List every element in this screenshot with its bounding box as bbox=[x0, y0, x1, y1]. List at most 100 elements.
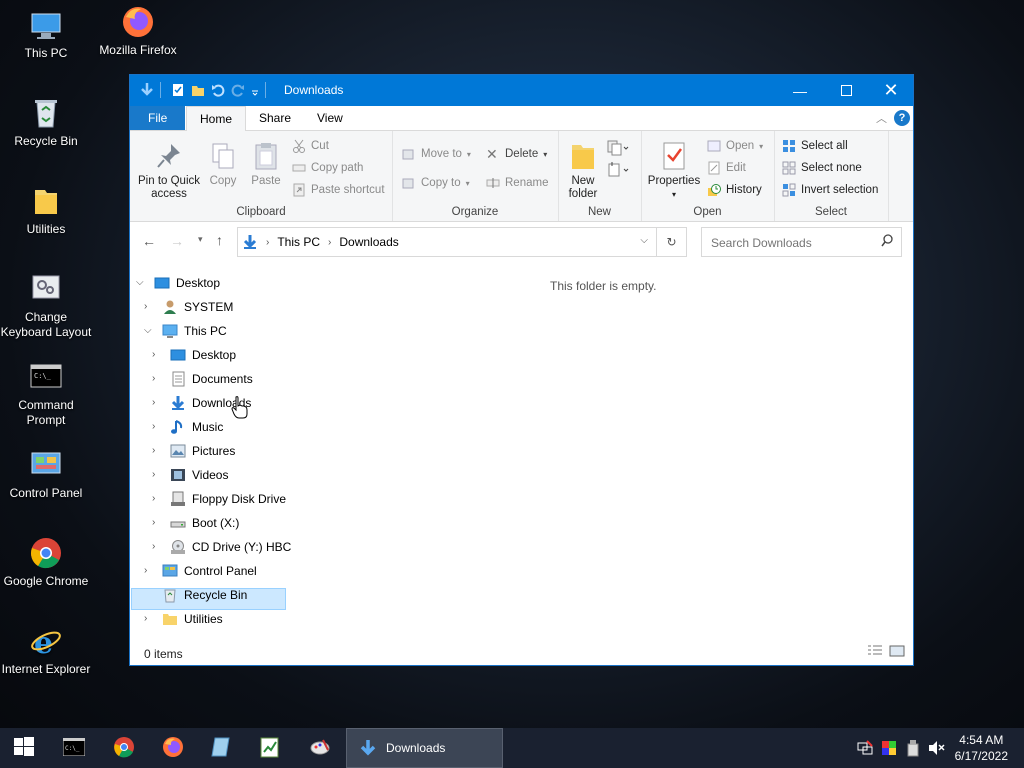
nav-item-floppy-disk-drive[interactable]: › Floppy Disk Drive bbox=[152, 488, 286, 510]
copy-to-button[interactable]: Copy to ▾ bbox=[402, 174, 470, 192]
taskbar-command-prompt[interactable]: C:\_ bbox=[50, 728, 98, 768]
breadcrumb-this-pc[interactable]: This PC bbox=[277, 235, 320, 249]
edit-button[interactable]: Edit bbox=[707, 159, 746, 177]
nav-item-boot-x[interactable]: › Boot (X:) bbox=[152, 512, 239, 534]
open-button[interactable]: Open ▾ bbox=[707, 137, 763, 155]
taskbar-active-downloads[interactable]: Downloads bbox=[346, 728, 503, 768]
recent-locations-button[interactable]: ▾ bbox=[198, 234, 203, 245]
chevron-right-icon[interactable]: › bbox=[152, 517, 155, 528]
address-dropdown-icon[interactable]: ⌵ bbox=[640, 235, 648, 246]
large-icons-view-button[interactable] bbox=[889, 645, 905, 660]
copy-button[interactable]: Copy bbox=[206, 141, 240, 188]
network-icon[interactable] bbox=[857, 740, 873, 759]
move-to-button[interactable]: Move to ▾ bbox=[402, 145, 471, 163]
undo-icon[interactable] bbox=[211, 82, 225, 98]
paste-shortcut-button[interactable]: Paste shortcut bbox=[292, 181, 385, 199]
refresh-button[interactable]: ↻ bbox=[657, 227, 687, 257]
rename-button[interactable]: Rename bbox=[486, 174, 548, 192]
forward-button[interactable]: → bbox=[170, 233, 184, 249]
chevron-right-icon[interactable]: › bbox=[144, 613, 147, 624]
pin-to-quick-access-button[interactable]: Pin to Quick access bbox=[136, 141, 202, 201]
paste-button[interactable]: Paste bbox=[248, 141, 284, 188]
chevron-right-icon[interactable]: › bbox=[152, 541, 155, 552]
nav-item-utilities[interactable]: › Utilities bbox=[144, 608, 223, 630]
select-all-button[interactable]: Select all bbox=[782, 137, 848, 155]
new-item-button[interactable] bbox=[606, 139, 630, 160]
usb-drive-icon[interactable] bbox=[906, 739, 920, 760]
start-button[interactable] bbox=[0, 728, 48, 768]
collapse-ribbon-icon[interactable]: ︿ bbox=[876, 110, 887, 126]
taskbar-firefox[interactable] bbox=[149, 728, 197, 768]
easy-access-button[interactable] bbox=[606, 161, 630, 182]
close-icon: ✕ bbox=[883, 80, 899, 100]
taskbar-chrome[interactable] bbox=[100, 728, 148, 768]
volume-muted-icon[interactable] bbox=[928, 740, 946, 759]
nav-item-system[interactable]: › SYSTEM bbox=[144, 296, 233, 318]
close-button[interactable]: ✕ bbox=[868, 75, 914, 106]
copy-path-button[interactable]: Copy path bbox=[292, 159, 363, 177]
color-display-icon[interactable] bbox=[881, 740, 897, 759]
desktop-icon-change-keyboard-layout[interactable]: Change Keyboard Layout bbox=[0, 272, 92, 340]
chevron-right-icon[interactable]: › bbox=[152, 373, 155, 384]
nav-item-this-pc[interactable]: ⌵ This PC bbox=[144, 320, 227, 342]
new-folder-qat-icon[interactable] bbox=[191, 82, 205, 98]
search-icon[interactable] bbox=[881, 234, 893, 251]
tab-file[interactable]: File bbox=[130, 106, 186, 130]
desktop-icon-firefox[interactable]: Mozilla Firefox bbox=[92, 5, 184, 58]
taskbar-app-tool[interactable] bbox=[296, 728, 344, 768]
nav-item-videos[interactable]: › Videos bbox=[152, 464, 228, 486]
cut-button[interactable]: Cut bbox=[292, 137, 329, 155]
chevron-right-icon[interactable]: › bbox=[152, 469, 155, 480]
chevron-right-icon[interactable]: › bbox=[144, 301, 147, 312]
nav-item-documents[interactable]: › Documents bbox=[152, 368, 253, 390]
maximize-button[interactable] bbox=[823, 75, 869, 106]
tab-view[interactable]: View bbox=[304, 106, 356, 130]
search-box[interactable] bbox=[701, 227, 902, 257]
chevron-right-icon[interactable]: › bbox=[152, 421, 155, 432]
back-button[interactable]: ← bbox=[142, 233, 156, 249]
breadcrumb-downloads[interactable]: Downloads bbox=[339, 235, 398, 249]
new-folder-button[interactable]: New folder bbox=[564, 141, 602, 201]
chevron-right-icon[interactable]: › bbox=[152, 445, 155, 456]
chevron-right-icon[interactable]: › bbox=[144, 565, 147, 576]
title-bar[interactable]: Downloads — ✕ bbox=[130, 75, 913, 106]
chevron-right-icon[interactable]: › bbox=[152, 349, 155, 360]
desktop-icon-chrome[interactable]: Google Chrome bbox=[0, 536, 92, 589]
tab-share[interactable]: Share bbox=[246, 106, 304, 130]
help-icon[interactable]: ? bbox=[894, 110, 910, 126]
desktop-icon-this-pc[interactable]: This PC bbox=[0, 8, 92, 61]
taskbar-app-editor[interactable] bbox=[246, 728, 294, 768]
nav-item-pictures[interactable]: › Pictures bbox=[152, 440, 235, 462]
chevron-down-icon[interactable]: ⌵ bbox=[136, 277, 144, 288]
minimize-button[interactable]: — bbox=[777, 75, 823, 106]
nav-item-desktop[interactable]: › Desktop bbox=[152, 344, 236, 366]
delete-button[interactable]: ✕ Delete ▾ bbox=[486, 145, 547, 163]
nav-item-desktop-root[interactable]: ⌵ Desktop bbox=[136, 272, 220, 294]
properties-button[interactable]: Properties ▾ bbox=[645, 141, 703, 201]
nav-item-recycle-bin[interactable]: Recycle Bin bbox=[144, 584, 247, 606]
details-view-button[interactable] bbox=[867, 644, 883, 659]
desktop-icon-utilities[interactable]: Utilities bbox=[0, 184, 92, 237]
chevron-down-icon[interactable]: ⌵ bbox=[144, 325, 152, 336]
select-none-button[interactable]: Select none bbox=[782, 159, 862, 177]
desktop-icon-command-prompt[interactable]: C:\_ Command Prompt bbox=[0, 360, 92, 428]
customize-qat-icon[interactable] bbox=[251, 82, 259, 98]
desktop-icon-internet-explorer[interactable]: e Internet Explorer bbox=[0, 624, 92, 677]
desktop-icon-recycle-bin[interactable]: Recycle Bin bbox=[0, 96, 92, 149]
chevron-right-icon[interactable]: › bbox=[152, 397, 155, 408]
system-clock[interactable]: 4:54 AM 6/17/2022 bbox=[955, 732, 1008, 764]
nav-item-cd-drive-y[interactable]: › CD Drive (Y:) HBC bbox=[152, 536, 291, 558]
history-button[interactable]: History bbox=[707, 181, 762, 199]
taskbar-app-notepad[interactable] bbox=[197, 728, 245, 768]
chevron-right-icon[interactable]: › bbox=[152, 493, 155, 504]
address-bar[interactable]: › This PC › Downloads ⌵ bbox=[237, 227, 657, 257]
tab-home[interactable]: Home bbox=[186, 106, 247, 131]
properties-qat-icon[interactable] bbox=[171, 82, 185, 98]
invert-selection-button[interactable]: Invert selection bbox=[782, 181, 878, 199]
up-button[interactable]: ↑ bbox=[216, 232, 223, 248]
nav-item-music[interactable]: › Music bbox=[152, 416, 223, 438]
nav-item-control-panel[interactable]: › Control Panel bbox=[144, 560, 257, 582]
redo-icon[interactable] bbox=[231, 82, 245, 98]
desktop-icon-control-panel[interactable]: Control Panel bbox=[0, 448, 92, 501]
search-input[interactable] bbox=[709, 229, 878, 257]
